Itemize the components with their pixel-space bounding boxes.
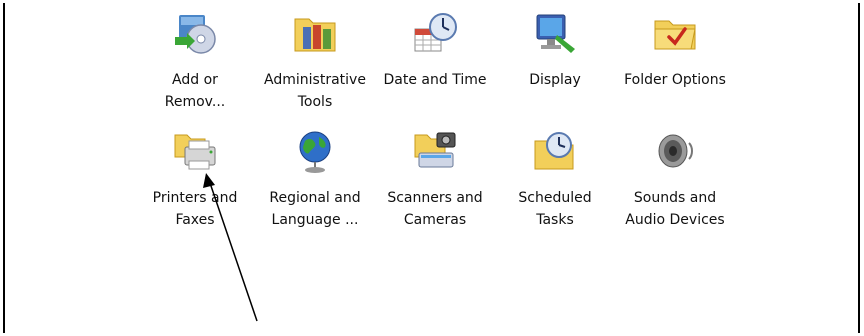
item-display[interactable]: Display <box>495 9 615 91</box>
item-sounds-audio[interactable]: Sounds and Audio Devices <box>615 127 735 231</box>
administrative-tools-icon <box>294 18 336 52</box>
item-label: Display <box>529 72 581 88</box>
regional-language-icon <box>299 131 331 173</box>
folder-options-icon <box>654 20 696 50</box>
scheduled-tasks-icon <box>534 132 574 170</box>
printers-faxes-icon <box>174 134 216 170</box>
display-icon <box>536 14 575 53</box>
item-administrative-tools[interactable]: Administrative Tools <box>255 9 375 113</box>
add-remove-programs-icon <box>175 15 216 54</box>
item-label: Folder Options <box>624 72 726 88</box>
item-printers-faxes[interactable]: Printers and Faxes <box>135 127 255 231</box>
control-panel-window: Add or Remov... Administrative Tools Dat… <box>3 3 860 333</box>
item-label: Administrative Tools <box>264 72 366 110</box>
item-label: Sounds and Audio Devices <box>625 190 725 228</box>
item-date-time[interactable]: Date and Time <box>375 9 495 91</box>
sounds-audio-icon <box>658 134 693 168</box>
item-label: Printers and Faxes <box>152 190 238 228</box>
item-scanners-cameras[interactable]: Scanners and Cameras <box>375 127 495 231</box>
item-label: Scheduled Tasks <box>518 190 592 228</box>
item-label: Add or Remov... <box>164 72 226 110</box>
date-time-icon <box>414 13 457 52</box>
item-label: Date and Time <box>383 72 487 88</box>
item-label: Regional and Language ... <box>269 190 361 228</box>
item-regional-language[interactable]: Regional and Language ... <box>255 127 375 231</box>
item-label: Scanners and Cameras <box>387 190 483 228</box>
item-scheduled-tasks[interactable]: Scheduled Tasks <box>495 127 615 231</box>
scanners-cameras-icon <box>414 132 456 168</box>
item-add-remove-programs[interactable]: Add or Remov... <box>135 9 255 113</box>
item-folder-options[interactable]: Folder Options <box>615 9 735 91</box>
